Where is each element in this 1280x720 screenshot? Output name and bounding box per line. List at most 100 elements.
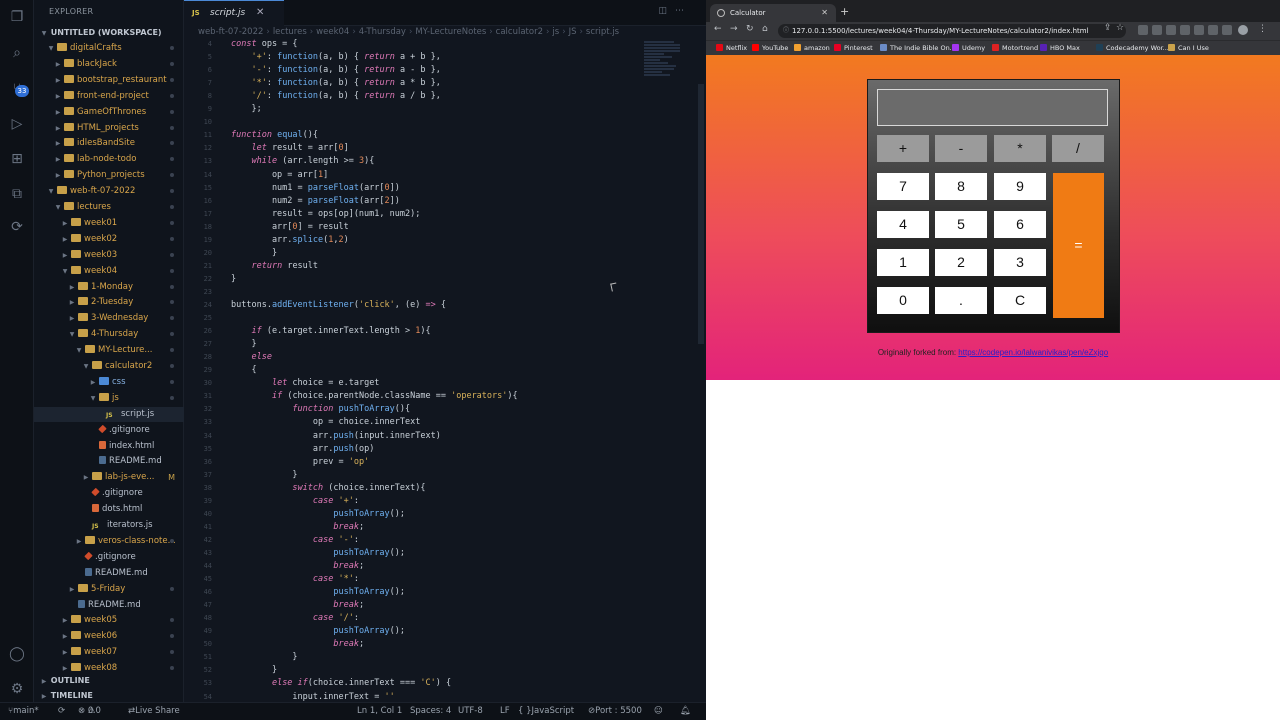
code-line[interactable]: switch (choice.innerText){ [231, 483, 425, 493]
tree-item[interactable]: ▼ lectures [34, 200, 184, 215]
code-line[interactable]: '-': function(a, b) { return a - b }, [231, 65, 440, 75]
key-divide[interactable]: / [1052, 135, 1104, 162]
tree-item[interactable]: ▶ css [34, 375, 184, 390]
tree-item[interactable]: ▼ week04 [34, 264, 184, 279]
language-mode[interactable]: { } JavaScript [518, 703, 574, 720]
code-line[interactable]: result = ops[op](num1, num2); [231, 209, 420, 219]
key-4[interactable]: 4 [877, 211, 929, 238]
code-line[interactable]: return result [231, 261, 318, 271]
key-multiply[interactable]: * [994, 135, 1046, 162]
code-line[interactable]: } [231, 248, 277, 258]
tree-item[interactable]: ▶ week01 [34, 216, 184, 231]
breadcrumb-item[interactable]: JS [569, 27, 577, 37]
settings-gear-icon[interactable]: ⚙ [8, 680, 26, 698]
code-line[interactable]: }; [231, 104, 261, 114]
bookmark-item[interactable]: amazon [794, 41, 830, 55]
remote-explorer-icon[interactable]: ⧉ [8, 185, 26, 203]
key-5[interactable]: 5 [935, 211, 987, 238]
breadcrumb-item[interactable]: web-ft-07-2022 [198, 27, 263, 37]
code-line[interactable]: } [231, 274, 236, 284]
breadcrumb-item[interactable]: MY-LectureNotes [415, 27, 486, 37]
tree-item[interactable]: ▶ HTML_projects [34, 121, 184, 136]
tree-item[interactable]: .gitignore [34, 423, 184, 438]
code-line[interactable]: prev = 'op' [231, 457, 369, 467]
key-plus[interactable]: + [877, 135, 929, 162]
bookmark-item[interactable]: Motortrend [992, 41, 1038, 55]
share-icon[interactable]: ⇪ [1104, 23, 1112, 33]
code-line[interactable]: break; [231, 600, 364, 610]
tree-item[interactable]: ▼ digitalCrafts [34, 41, 184, 56]
tree-item[interactable]: ▶ 5-Friday [34, 582, 184, 597]
breadcrumb-item[interactable]: calculator2 [496, 27, 543, 37]
new-tab-icon[interactable]: + [840, 5, 849, 18]
code-line[interactable]: case '/': [231, 613, 359, 623]
tree-item[interactable]: README.md [34, 454, 184, 469]
key-3[interactable]: 3 [994, 249, 1046, 276]
tree-item[interactable]: ▶ idlesBandSite [34, 136, 184, 151]
encoding[interactable]: UTF-8 [458, 703, 483, 720]
tree-item[interactable]: .gitignore [34, 550, 184, 565]
profile-avatar[interactable] [1238, 25, 1248, 35]
menu-kebab-icon[interactable]: ⋮ [1258, 24, 1267, 34]
tree-item[interactable]: ▼ calculator2 [34, 359, 184, 374]
breadcrumb-item[interactable]: week04 [316, 27, 349, 37]
bookmark-item[interactable]: The Indie Bible On... [880, 41, 956, 55]
code-line[interactable]: while (arr.length >= 3){ [231, 156, 374, 166]
code-line[interactable]: { [231, 365, 256, 375]
code-line[interactable]: break; [231, 561, 364, 571]
code-line[interactable]: case '+': [231, 496, 359, 506]
notifications-icon[interactable]: 🔔︎ [680, 703, 691, 720]
tree-item[interactable]: .gitignore [34, 486, 184, 501]
key-1[interactable]: 1 [877, 249, 929, 276]
code-line[interactable]: '*': function(a, b) { return a * b }, [231, 78, 440, 88]
tree-item[interactable]: ▼ web-ft-07-2022 [34, 184, 184, 199]
key-9[interactable]: 9 [994, 173, 1046, 200]
code-line[interactable]: op = arr[1] [231, 170, 328, 180]
code-line[interactable]: } [231, 339, 256, 349]
bookmark-item[interactable]: Udemy [952, 41, 985, 55]
bookmark-item[interactable]: Codecademy Wor... [1096, 41, 1169, 55]
indentation[interactable]: Spaces: 4 [410, 703, 451, 720]
live-server-port[interactable]: ⊘ Port : 5500 [588, 703, 642, 720]
extension-icon[interactable] [1166, 25, 1176, 35]
tree-item[interactable]: ▶ 2-Tuesday [34, 295, 184, 310]
code-line[interactable]: break; [231, 639, 364, 649]
reload-icon[interactable]: ↻ [746, 24, 754, 34]
tree-item[interactable]: ▶ lab-node-todo [34, 152, 184, 167]
tree-item[interactable]: ▼ 4-Thursday [34, 327, 184, 342]
account-icon[interactable]: ◯ [8, 645, 26, 663]
code-line[interactable]: '+': function(a, b) { return a + b }, [231, 52, 440, 62]
split-editor-icon[interactable]: ◫ [658, 6, 675, 16]
live-share-icon[interactable]: ⟳ [8, 218, 26, 236]
timeline-section[interactable]: ▶ TIMELINE [34, 688, 184, 703]
code-line[interactable]: else [231, 352, 271, 362]
address-bar[interactable]: ⓘ 127.0.0.1:5500/lectures/week04/4-Thurs… [778, 24, 1126, 38]
extension-icon[interactable] [1194, 25, 1204, 35]
key-equals[interactable]: = [1053, 173, 1104, 318]
key-7[interactable]: 7 [877, 173, 929, 200]
tree-item[interactable]: ▶ GameOfThrones [34, 105, 184, 120]
code-line[interactable]: case '-': [231, 535, 359, 545]
tree-item[interactable]: ▼ js [34, 391, 184, 406]
tree-item[interactable]: ▶ 3-Wednesday [34, 311, 184, 326]
code-line[interactable]: } [231, 652, 297, 662]
more-actions-icon[interactable]: ⋯ [675, 6, 692, 16]
breadcrumb-item[interactable]: 4-Thursday [359, 27, 406, 37]
tree-item[interactable]: JS iterators.js [34, 518, 184, 533]
code-line[interactable]: pushToArray(); [231, 626, 405, 636]
close-icon[interactable]: ✕ [821, 4, 828, 22]
key-0[interactable]: 0 [877, 287, 929, 314]
tree-item[interactable]: README.md [34, 566, 184, 581]
code-line[interactable]: arr[0] = result [231, 222, 349, 232]
key-minus[interactable]: - [935, 135, 987, 162]
code-line[interactable]: arr.push(op) [231, 444, 374, 454]
code-line[interactable]: pushToArray(); [231, 587, 405, 597]
bookmark-item[interactable]: YouTube [752, 41, 788, 55]
code-line[interactable]: num1 = parseFloat(arr[0]) [231, 183, 400, 193]
extension-icon[interactable] [1208, 25, 1218, 35]
bookmark-item[interactable]: HBO Max [1040, 41, 1080, 55]
tree-item[interactable]: ▶ week03 [34, 248, 184, 263]
line-ending[interactable]: LF [500, 703, 510, 720]
sync-icon[interactable]: ⟳ [58, 703, 65, 720]
outline-section[interactable]: ▶ OUTLINE [34, 673, 184, 688]
